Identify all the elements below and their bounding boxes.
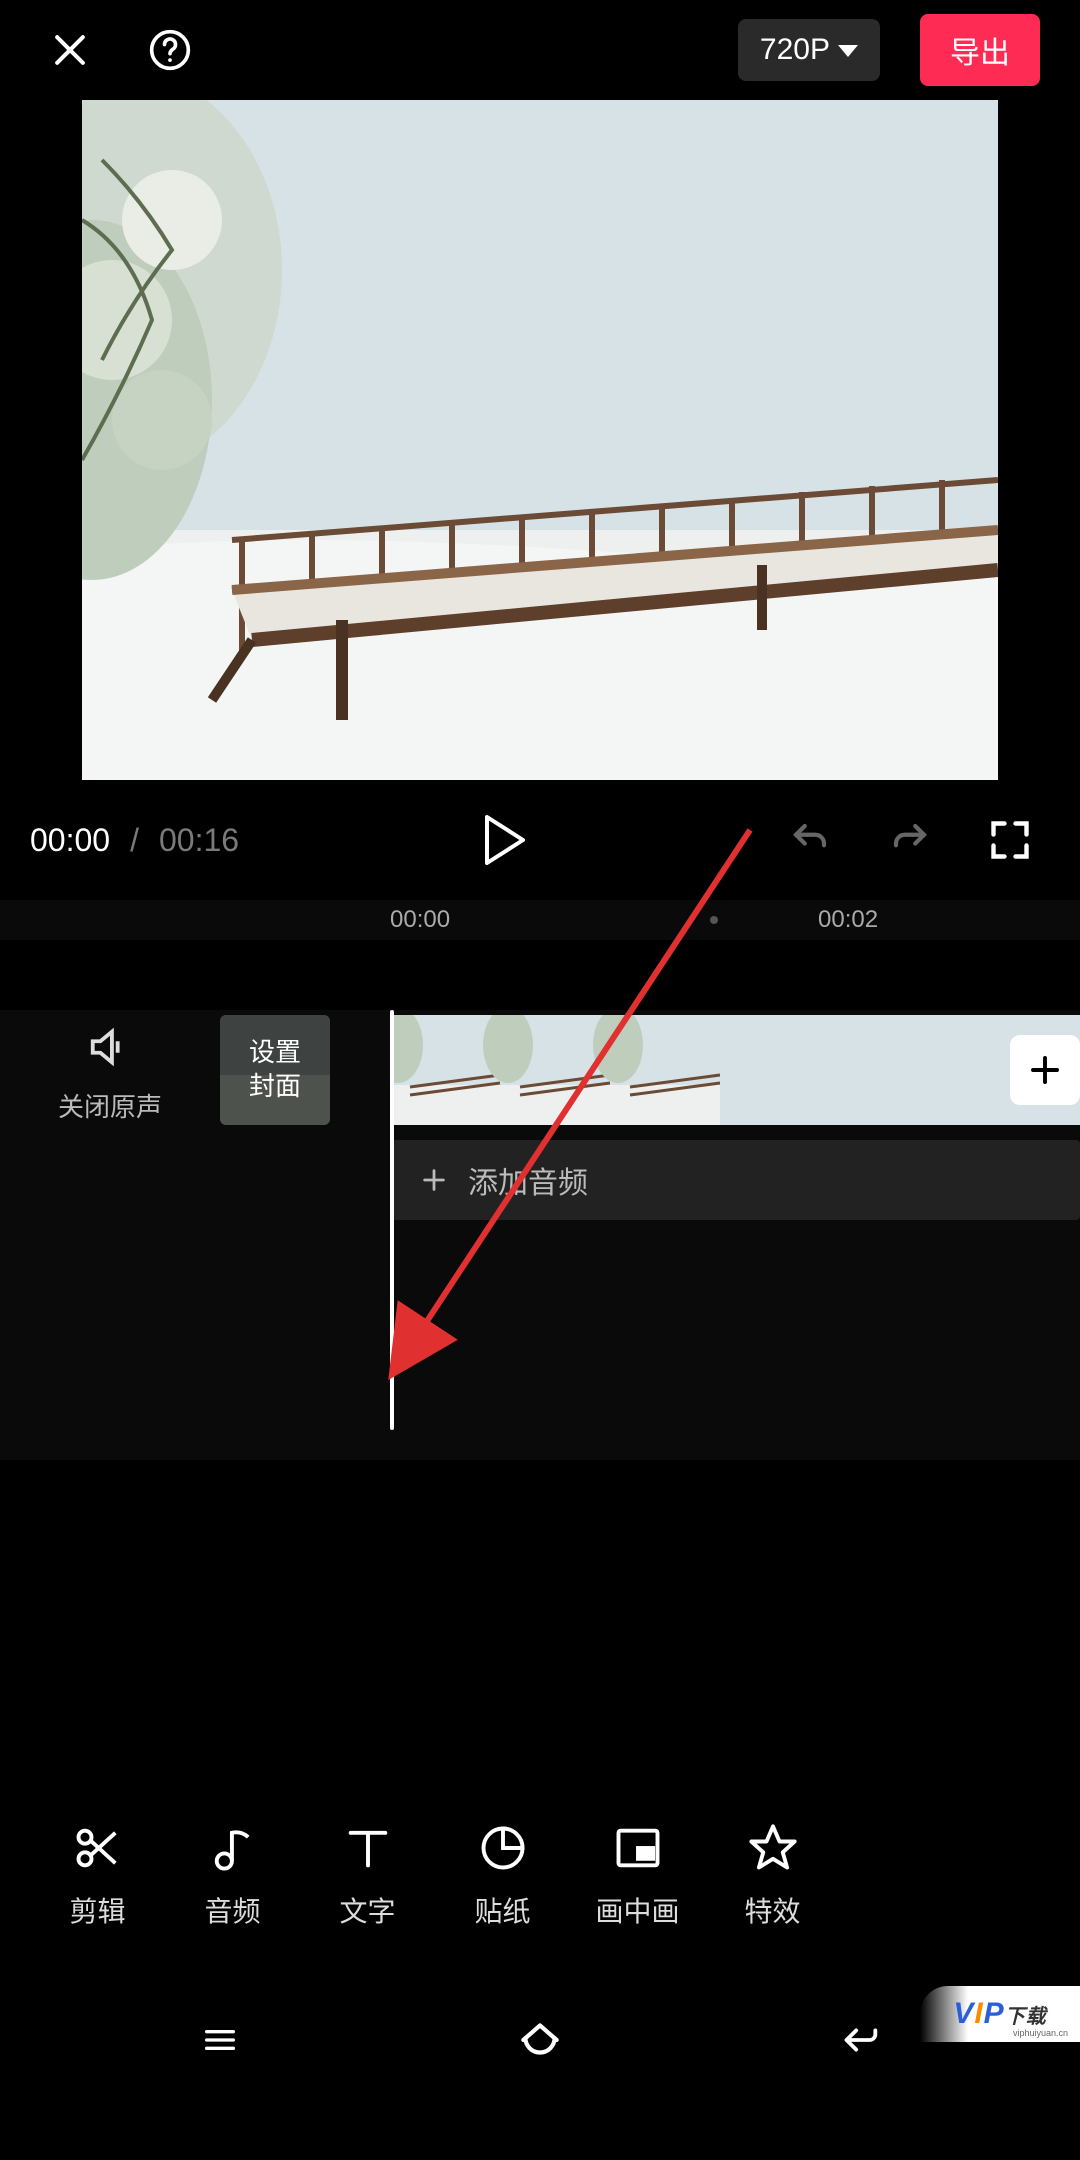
tick-dot [710,916,718,924]
chevron-down-icon [838,43,858,57]
close-button[interactable] [40,20,100,80]
scissors-icon [70,1820,126,1876]
home-icon [510,2015,570,2065]
timeline[interactable]: 关闭原声 设置 封面 [0,1010,1080,1460]
tool-label: 音频 [204,1890,260,1930]
speaker-icon [85,1024,135,1070]
export-button[interactable]: 导出 [920,14,1040,86]
tool-edit[interactable]: 剪辑 [30,1820,165,1930]
watermark: VIP下载 viphuiyuan.cn [920,1986,1080,2042]
current-time: 00:00 [30,822,110,859]
music-note-icon [205,1820,261,1876]
tool-audio[interactable]: 音频 [165,1820,300,1930]
play-icon [483,815,527,865]
undo-icon [786,819,834,861]
help-button[interactable] [140,20,200,80]
tool-label: 文字 [339,1890,395,1930]
tool-fx[interactable]: 特效 [705,1820,840,1930]
play-button[interactable] [465,810,545,870]
nav-back-button[interactable] [800,2010,920,2070]
system-nav-bar [0,1980,1080,2160]
video-clip[interactable] [390,1015,1080,1125]
add-audio-track[interactable]: 添加音频 [390,1140,1080,1220]
tool-label: 剪辑 [69,1890,125,1930]
add-audio-label: 添加音频 [468,1158,588,1202]
tool-sticker[interactable]: 贴纸 [435,1820,570,1930]
picture-in-picture-icon [610,1820,666,1876]
time-separator: / [130,822,139,859]
undo-button[interactable] [770,810,850,870]
cover-label-line2: 封面 [249,1070,301,1104]
playhead[interactable] [390,1010,394,1430]
resolution-selector[interactable]: 720P [738,19,880,81]
tick-label: 00:02 [818,906,1038,934]
total-time: 00:16 [159,822,239,859]
redo-icon [886,819,934,861]
mute-button[interactable] [80,1017,140,1077]
video-preview[interactable] [82,100,998,780]
plus-icon [420,1166,448,1194]
menu-icon [193,2020,247,2060]
tool-label: 贴纸 [474,1890,530,1930]
plus-icon [1027,1035,1063,1105]
tool-text[interactable]: 文字 [300,1820,435,1930]
tool-pip[interactable]: 画中画 [570,1820,705,1930]
back-icon [830,2017,890,2063]
editor-toolbar: 剪辑 音频 文字 贴纸 画中画 特效 [0,1790,1080,1960]
timeline-ruler[interactable]: 00:00 00:02 [0,900,1080,940]
tick-label: 00:00 [390,906,610,934]
redo-button[interactable] [870,810,950,870]
tool-label: 特效 [744,1890,800,1930]
add-clip-button[interactable] [1010,1035,1080,1105]
nav-menu-button[interactable] [160,2010,280,2070]
mute-label: 关闭原声 [58,1087,162,1124]
tool-label: 画中画 [595,1890,679,1930]
set-cover-button[interactable]: 设置 封面 [220,1015,330,1125]
fullscreen-button[interactable] [970,810,1050,870]
resolution-label: 720P [760,33,830,67]
expand-icon [988,818,1032,862]
cover-label-line1: 设置 [249,1036,301,1070]
text-icon [340,1820,396,1876]
star-icon [745,1820,801,1876]
sticker-icon [475,1820,531,1876]
nav-home-button[interactable] [480,2010,600,2070]
